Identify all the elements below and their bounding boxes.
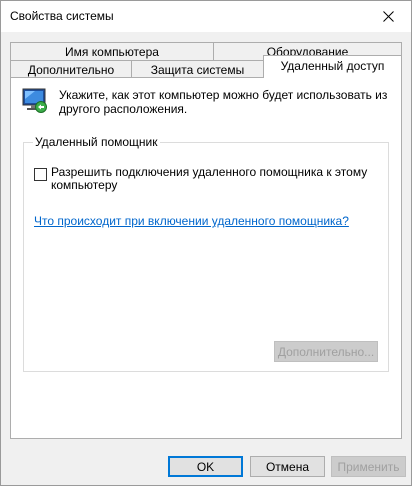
close-icon — [382, 11, 394, 22]
tab-advanced[interactable]: Дополнительно — [10, 60, 132, 78]
window-title: Свойства системы — [10, 9, 114, 23]
tab-system-protection[interactable]: Защита системы — [131, 60, 264, 78]
cancel-button[interactable]: Отмена — [250, 456, 325, 477]
remote-computer-icon — [22, 88, 47, 113]
allow-remote-assistance-label[interactable]: Разрешить подключения удаленного помощни… — [51, 166, 381, 192]
title-bar[interactable]: Свойства системы — [1, 1, 411, 32]
allow-remote-assistance-checkbox[interactable] — [34, 168, 47, 181]
intro-text: Укажите, как этот компьютер можно будет … — [59, 88, 388, 116]
remote-tab-panel: Укажите, как этот компьютер можно будет … — [10, 77, 402, 439]
remote-assistance-group: Удаленный помощник Разрешить подключения… — [23, 135, 389, 372]
tab-computer-name[interactable]: Имя компьютера — [10, 42, 214, 60]
ok-button[interactable]: OK — [168, 456, 243, 477]
tab-remote[interactable]: Удаленный доступ — [263, 55, 402, 78]
system-properties-window: Свойства системы Имя компьютера Оборудов… — [0, 0, 412, 486]
remote-assistance-label: Удаленный помощник — [33, 135, 160, 149]
advanced-button[interactable]: Дополнительно... — [274, 341, 378, 362]
apply-button[interactable]: Применить — [331, 456, 406, 477]
close-button[interactable] — [365, 1, 411, 32]
remote-assistance-help-link[interactable]: Что происходит при включении удаленного … — [34, 214, 349, 228]
